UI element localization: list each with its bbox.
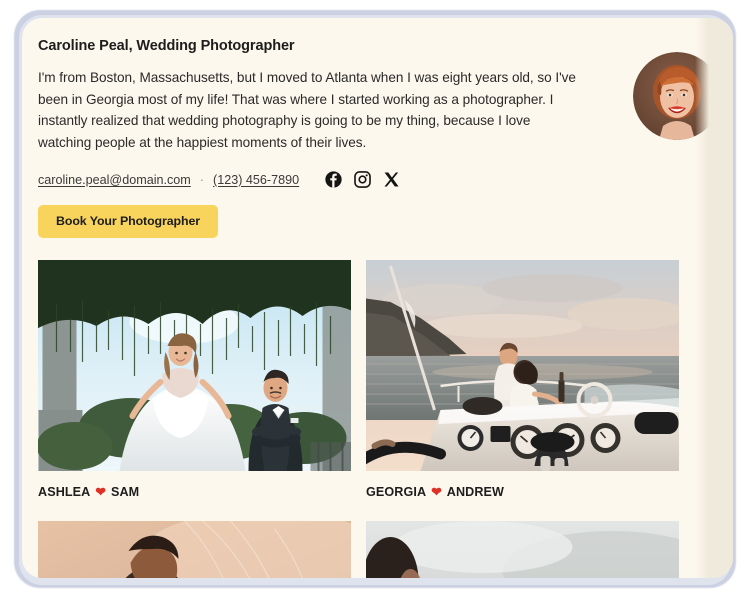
card-right-edge-gradient — [695, 18, 709, 578]
gallery-grid-row2 — [38, 521, 685, 578]
contact-row: caroline.peal@domain.com · (123) 456-789… — [38, 171, 685, 188]
wedding-photo-ashlea-sam[interactable] — [38, 260, 351, 471]
x-icon[interactable] — [383, 171, 400, 188]
contact-separator: · — [199, 172, 204, 187]
instagram-icon[interactable] — [354, 171, 371, 188]
gallery-item[interactable]: GEORGIA ❤ ANDREW — [366, 260, 679, 499]
social-links — [325, 171, 400, 188]
phone-link[interactable]: (123) 456-7890 — [213, 173, 299, 187]
profile-card: Caroline Peal, Wedding Photographer I'm … — [22, 18, 733, 578]
content-wrapper: Caroline Peal, Wedding Photographer I'm … — [22, 18, 721, 578]
facebook-icon[interactable] — [325, 171, 342, 188]
gallery-item[interactable]: ASHLEA ❤ SAM — [38, 260, 351, 499]
caption-name-right: ANDREW — [446, 484, 505, 499]
heart-icon: ❤ — [95, 485, 106, 499]
book-photographer-button[interactable]: Book Your Photographer — [38, 205, 218, 238]
gallery-grid: ASHLEA ❤ SAM GEORGIA ❤ ANDREW — [38, 260, 685, 499]
card-content-area: Caroline Peal, Wedding Photographer I'm … — [22, 18, 721, 578]
card-right-edge-band — [709, 18, 733, 578]
gallery-caption: ASHLEA ❤ SAM — [38, 484, 351, 500]
caption-name-left: GEORGIA — [366, 484, 427, 499]
email-link[interactable]: caroline.peal@domain.com — [38, 173, 191, 187]
wedding-photo-georgia-andrew[interactable] — [366, 260, 679, 471]
page-title: Caroline Peal, Wedding Photographer — [38, 38, 295, 54]
page-root: Caroline Peal, Wedding Photographer I'm … — [0, 0, 750, 594]
gallery-caption: GEORGIA ❤ ANDREW — [366, 484, 679, 500]
heart-icon: ❤ — [431, 485, 442, 499]
header-row: Caroline Peal, Wedding Photographer I'm … — [38, 38, 685, 153]
wedding-photo-overcast[interactable] — [366, 521, 679, 578]
header-text-block: Caroline Peal, Wedding Photographer I'm … — [38, 38, 604, 153]
caption-name-right: SAM — [110, 484, 140, 499]
caption-name-left: ASHLEA — [38, 484, 91, 499]
wedding-photo-veil[interactable] — [38, 521, 351, 578]
bio-paragraph: I'm from Boston, Massachusetts, but I mo… — [38, 70, 576, 150]
